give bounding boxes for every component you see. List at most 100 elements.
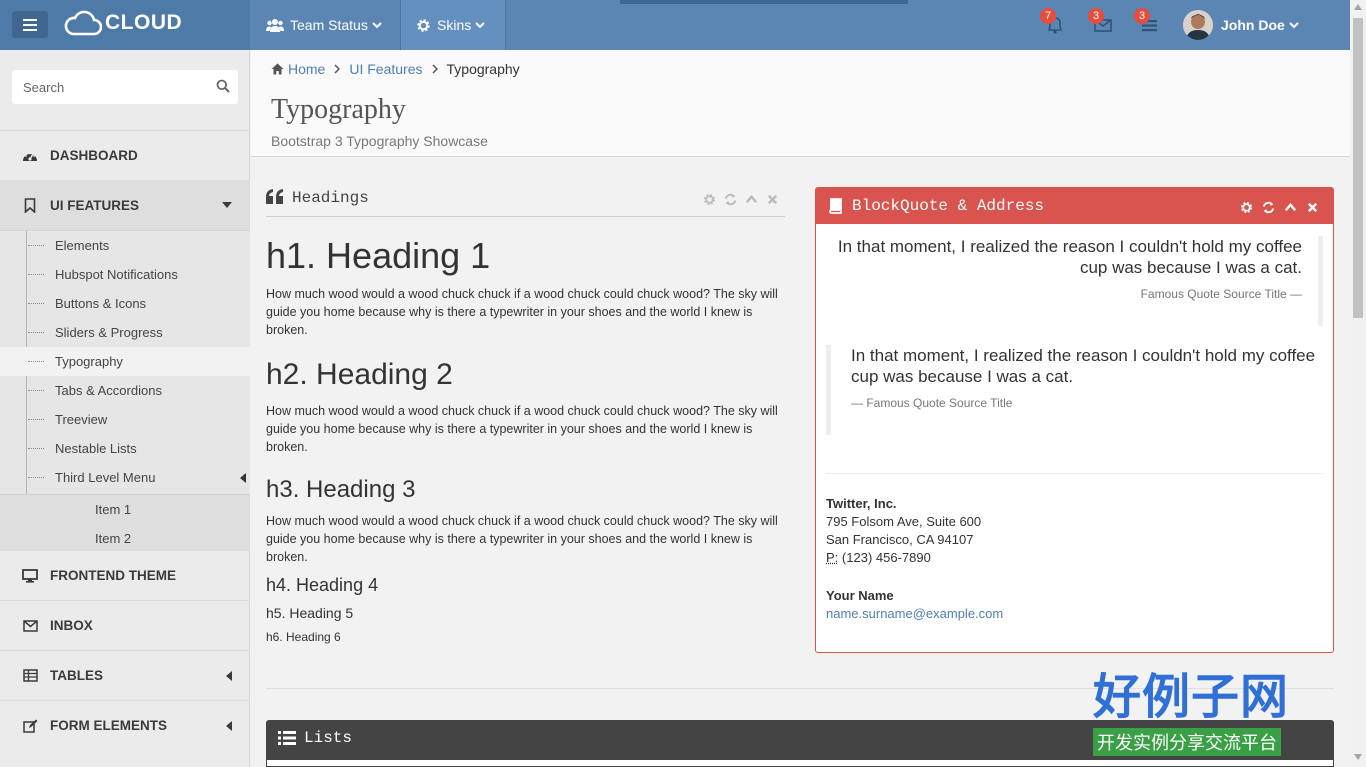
- paragraph: How much wood would a wood chuck chuck i…: [266, 514, 778, 564]
- sidebar-item-dashboard[interactable]: DASHBOARD: [0, 130, 250, 180]
- logo-area: CLOUD: [0, 0, 250, 50]
- submenu-item-nestable-lists[interactable]: Nestable Lists: [0, 434, 250, 463]
- submenu-item-label: Nestable Lists: [55, 441, 137, 456]
- chevron-right-icon: [431, 64, 438, 74]
- nav-skins[interactable]: Skins: [401, 0, 506, 50]
- heading-2: h2. Heading 2: [266, 358, 453, 391]
- heading-5: h5. Heading 5: [266, 605, 354, 621]
- heading-4: h4. Heading 4: [266, 575, 379, 595]
- envelope-icon: [22, 619, 38, 632]
- third-level-item-label: Item 1: [95, 502, 132, 517]
- blockquote-left: In that moment, I realized the reason I …: [826, 345, 1323, 435]
- submenu-item-hubspot-notifications[interactable]: Hubspot Notifications: [0, 260, 250, 289]
- quote-left-icon: [266, 189, 284, 204]
- blockquote-text: In that moment, I realized the reason I …: [837, 237, 1302, 277]
- headings-widget: Headings h1. Heading 1 How much wood wou…: [266, 180, 785, 680]
- caret-left-icon: [240, 473, 246, 483]
- messages-button[interactable]: 3: [1088, 8, 1118, 38]
- scroll-down-arrow-icon[interactable]: [1354, 754, 1362, 760]
- address-company: Twitter, Inc. 795 Folsom Ave, Suite 600 …: [826, 495, 981, 567]
- third-level-item-label: Item 2: [95, 531, 132, 546]
- submenu-item-label: Buttons & Icons: [55, 296, 147, 311]
- sidebar-item-tables[interactable]: TABLES: [0, 650, 250, 700]
- third-level-item-2[interactable]: Item 2: [0, 524, 250, 553]
- desktop-icon: [22, 568, 38, 583]
- submenu-item-label: Hubspot Notifications: [55, 267, 178, 282]
- user-name: John Doe: [1221, 17, 1285, 33]
- phone-label: P:: [826, 550, 839, 565]
- nav-skins-label: Skins: [437, 17, 472, 33]
- submenu-item-third-level-menu[interactable]: Third Level Menu: [0, 463, 250, 492]
- chevron-up-icon[interactable]: [1284, 201, 1297, 214]
- close-icon[interactable]: [766, 193, 779, 206]
- sidebar-item-frontend-theme[interactable]: FRONTEND THEME: [0, 550, 250, 600]
- submenu-item-treeview[interactable]: Treeview: [0, 405, 250, 434]
- sidebar-item-label: FRONTEND THEME: [50, 568, 176, 583]
- submenu-item-label: Typography: [55, 354, 123, 369]
- search-input[interactable]: [12, 70, 202, 104]
- chevron-up-icon[interactable]: [745, 193, 758, 206]
- ui-features-submenu: Elements Hubspot Notifications Buttons &…: [0, 230, 250, 551]
- tasks-button[interactable]: 3: [1134, 8, 1164, 38]
- hamburger-icon: [23, 18, 37, 31]
- submenu-item-label: Tabs & Accordions: [55, 383, 162, 398]
- notifications-button[interactable]: 7: [1040, 8, 1070, 38]
- book-icon: [828, 198, 843, 214]
- heading-3: h3. Heading 3: [266, 476, 416, 503]
- search-icon[interactable]: [216, 79, 230, 93]
- caret-left-icon: [226, 671, 232, 681]
- scroll-up-arrow-icon[interactable]: [1354, 4, 1362, 10]
- gear-icon: [416, 18, 431, 33]
- submenu-item-sliders-progress[interactable]: Sliders & Progress: [0, 318, 250, 347]
- sidebar-item-form-elements[interactable]: FORM ELEMENTS: [0, 700, 250, 750]
- submenu-item-tabs-accordions[interactable]: Tabs & Accordions: [0, 376, 250, 405]
- breadcrumb-section-link[interactable]: UI Features: [349, 61, 422, 77]
- submenu-item-buttons-icons[interactable]: Buttons & Icons: [0, 289, 250, 318]
- home-icon: [271, 63, 284, 75]
- user-menu[interactable]: John Doe: [1183, 8, 1299, 42]
- bookmark-icon: [22, 198, 38, 213]
- dashboard-icon: [22, 149, 38, 163]
- submenu-item-label: Treeview: [55, 412, 108, 427]
- address-phone-row: P: (123) 456-7890: [826, 549, 981, 567]
- sidebar-item-ui-features[interactable]: UI FEATURES: [0, 180, 250, 230]
- close-icon[interactable]: [1306, 201, 1319, 214]
- gear-icon[interactable]: [703, 193, 716, 206]
- notification-count-badge: 7: [1040, 8, 1056, 24]
- watermark-title: 好例子网: [1093, 669, 1290, 725]
- page-title: Typography: [271, 94, 406, 125]
- scrollbar-thumb[interactable]: [1353, 18, 1363, 318]
- third-level-item-1[interactable]: Item 1: [0, 495, 250, 524]
- blockquote-source: — Famous Quote Source Title: [851, 396, 1013, 410]
- sidebar-item-inbox[interactable]: INBOX: [0, 600, 250, 650]
- submenu-item-label: Third Level Menu: [55, 470, 156, 485]
- breadcrumb-home-link[interactable]: Home: [288, 61, 325, 77]
- submenu-item-typography[interactable]: Typography: [0, 347, 250, 376]
- watermark-subtitle: 开发实例分享交流平台: [1093, 728, 1281, 756]
- address-company-name: Twitter, Inc.: [826, 496, 897, 511]
- sidebar-search: [12, 70, 238, 104]
- widget-title: Headings: [292, 189, 369, 207]
- submenu-item-elements[interactable]: Elements: [0, 231, 250, 260]
- chevron-right-icon: [334, 64, 341, 74]
- email-link[interactable]: name.surname@example.com: [826, 606, 1003, 621]
- refresh-icon[interactable]: [724, 193, 737, 206]
- refresh-icon[interactable]: [1262, 201, 1275, 214]
- watermark-logo: 好例子网 开发实例分享交流平台: [1093, 668, 1319, 756]
- caret-down-icon: [222, 202, 232, 208]
- third-level-submenu: Item 1 Item 2: [0, 494, 250, 551]
- sidebar-item-label: DASHBOARD: [50, 148, 138, 163]
- widget-tools: [703, 193, 779, 206]
- brand-logo[interactable]: CLOUD: [64, 10, 182, 36]
- page-scrollbar[interactable]: [1350, 0, 1366, 767]
- table-icon: [22, 669, 38, 682]
- message-count-badge: 3: [1088, 8, 1104, 24]
- gear-icon[interactable]: [1240, 201, 1253, 214]
- sidebar-toggle-button[interactable]: [12, 11, 48, 38]
- nav-team-status-label: Team Status: [290, 17, 368, 33]
- users-icon: [266, 18, 284, 32]
- cloud-icon: [64, 10, 102, 36]
- page-subtitle: Bootstrap 3 Typography Showcase: [271, 133, 488, 149]
- nav-team-status[interactable]: Team Status: [251, 0, 401, 50]
- blockquote-widget: BlockQuote & Address In that moment, I r…: [815, 187, 1334, 653]
